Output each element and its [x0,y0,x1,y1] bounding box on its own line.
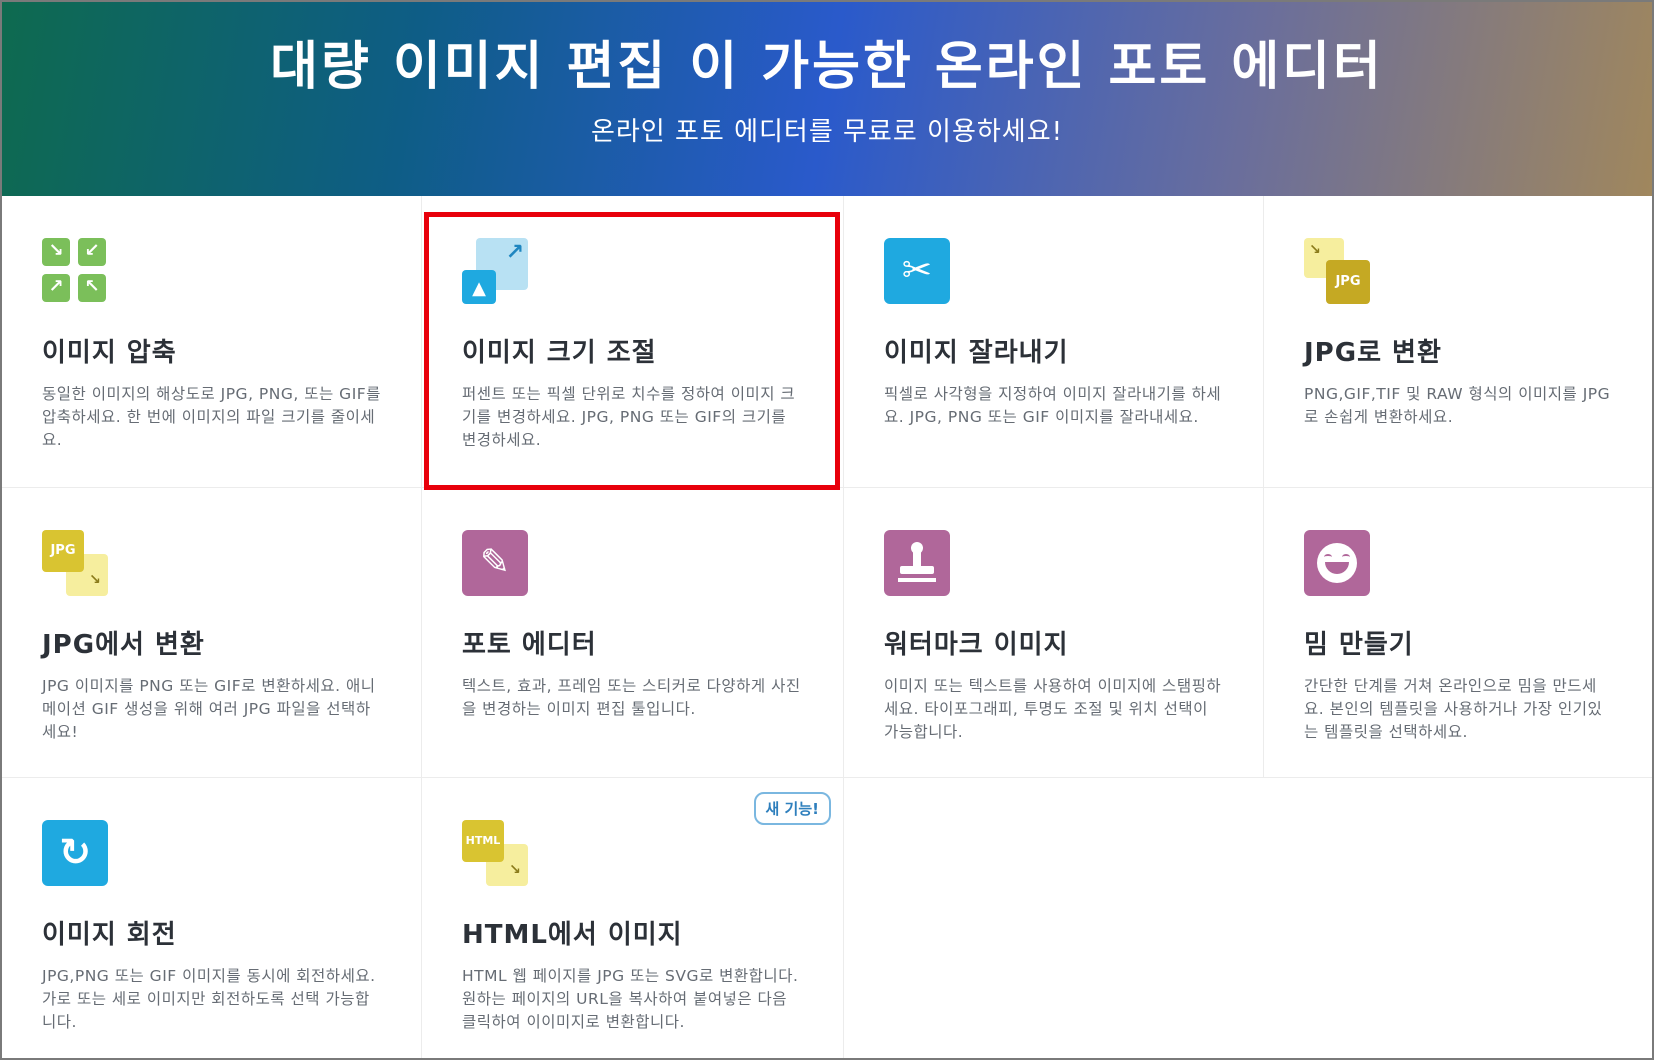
tool-card-to-jpg[interactable]: ↘ JPG JPG로 변환 PNG,GIF,TIF 및 RAW 형식의 이미지를… [1264,196,1652,488]
pencil-icon: ✎ [462,530,528,596]
tools-grid: ↘ ↙ ↗ ↖ 이미지 압축 동일한 이미지의 해상도로 JPG, PNG, 또… [2,196,1652,1058]
tool-card-html-to-image[interactable]: 새 기능! HTML ↘ HTML에서 이미지 HTML 웹 페이지를 JPG … [422,778,844,1058]
tool-title: 워터마크 이미지 [884,630,1069,660]
tool-description: 간단한 단계를 거쳐 온라인으로 밈을 만드세요. 본인의 템플릿을 사용하거나… [1304,677,1603,741]
tool-card-crop[interactable]: ✂ 이미지 잘라내기 픽셀로 사각형을 지정하여 이미지 잘라내기를 하세요. … [844,196,1264,488]
tool-title: 이미지 압축 [42,338,177,368]
new-feature-badge: 새 기능! [753,792,831,825]
tool-card-meme[interactable]: 밈 만들기 간단한 단계를 거쳐 온라인으로 밈을 만드세요. 본인의 템플릿을… [1264,488,1652,778]
hero-subtitle: 온라인 포토 에디터를 무료로 이용하세요! [590,117,1064,147]
tool-description: HTML 웹 페이지를 JPG 또는 SVG로 변환합니다. 원하는 페이지의 … [462,967,799,1031]
tool-card-resize[interactable]: ↗ ▲ 이미지 크기 조절 퍼센트 또는 픽셀 단위로 치수를 정하여 이미지 … [422,196,844,488]
empty-grid-area [844,778,1652,1058]
tool-card-from-jpg[interactable]: JPG ↘ JPG에서 변환 JPG 이미지를 PNG 또는 GIF로 변환하세… [2,488,422,778]
scissors-icon: ✂ [884,238,950,304]
tool-card-compress[interactable]: ↘ ↙ ↗ ↖ 이미지 압축 동일한 이미지의 해상도로 JPG, PNG, 또… [2,196,422,488]
rotate-icon: ↻ [42,820,108,886]
tool-description: 동일한 이미지의 해상도로 JPG, PNG, 또는 GIF를 압축하세요. 한… [42,385,381,449]
tool-title: HTML에서 이미지 [462,920,683,950]
tool-description: 픽셀로 사각형을 지정하여 이미지 잘라내기를 하세요. JPG, PNG 또는… [884,385,1222,426]
stamp-icon [884,530,950,596]
resize-image-icon: ↗ ▲ [462,238,528,304]
laughing-face-icon [1304,530,1370,596]
tool-title: JPG에서 변환 [42,630,205,660]
hero-banner: 대량 이미지 편집 이 가능한 온라인 포토 에디터 온라인 포토 에디터를 무… [2,2,1652,196]
compress-arrows-icon: ↘ ↙ ↗ ↖ [42,238,108,304]
hero-title: 대량 이미지 편집 이 가능한 온라인 포토 에디터 [270,37,1384,97]
convert-to-jpg-icon: ↘ JPG [1304,238,1370,304]
tool-description: 퍼센트 또는 픽셀 단위로 치수를 정하여 이미지 크기를 변경하세요. JPG… [462,385,796,449]
convert-from-jpg-icon: JPG ↘ [42,530,108,596]
tool-description: PNG,GIF,TIF 및 RAW 형식의 이미지를 JPG로 손쉽게 변환하세… [1304,385,1611,426]
page-frame: 대량 이미지 편집 이 가능한 온라인 포토 에디터 온라인 포토 에디터를 무… [0,0,1654,1060]
tool-card-watermark[interactable]: 워터마크 이미지 이미지 또는 텍스트를 사용하여 이미지에 스탬핑하세요. 타… [844,488,1264,778]
tool-description: 텍스트, 효과, 프레임 또는 스티커로 다양하게 사진을 변경하는 이미지 편… [462,677,801,718]
tool-description: 이미지 또는 텍스트를 사용하여 이미지에 스탬핑하세요. 타이포그래피, 투명… [884,677,1222,741]
tool-card-photo-editor[interactable]: ✎ 포토 에디터 텍스트, 효과, 프레임 또는 스티커로 다양하게 사진을 변… [422,488,844,778]
tool-title: 포토 에디터 [462,630,597,660]
tool-title: 이미지 잘라내기 [884,338,1069,368]
tool-title: 밈 만들기 [1304,630,1414,660]
tool-card-rotate[interactable]: ↻ 이미지 회전 JPG,PNG 또는 GIF 이미지를 동시에 회전하세요. … [2,778,422,1058]
html-to-image-icon: HTML ↘ [462,820,528,886]
tool-title: JPG로 변환 [1304,338,1442,368]
tool-description: JPG 이미지를 PNG 또는 GIF로 변환하세요. 애니메이션 GIF 생성… [42,677,376,741]
tool-description: JPG,PNG 또는 GIF 이미지를 동시에 회전하세요. 가로 또는 세로 … [42,967,376,1031]
tool-title: 이미지 회전 [42,920,177,950]
tool-title: 이미지 크기 조절 [462,338,657,368]
